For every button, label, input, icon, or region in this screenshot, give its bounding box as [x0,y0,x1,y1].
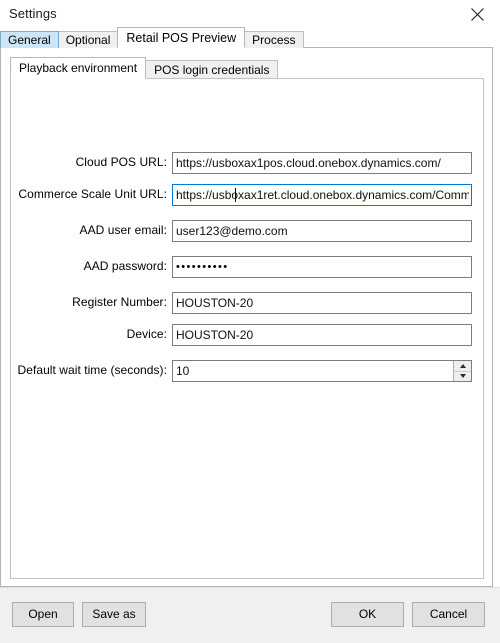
stepper-buttons [453,361,471,381]
settings-dialog: Settings General Optional Retail POS Pre… [0,0,500,643]
label-register-number: Register Number: [72,295,167,309]
stepper-increment-button[interactable] [454,361,471,372]
field-wrap-register-number [172,292,472,314]
aad-user-email-input[interactable] [172,220,472,242]
field-row-default-wait-time: Default wait time (seconds): [11,360,483,382]
open-button[interactable]: Open [12,602,74,627]
tab-retail-pos-preview[interactable]: Retail POS Preview [117,27,246,48]
tab-pos-login-credentials[interactable]: POS login credentials [145,60,279,79]
field-wrap-device [172,324,472,346]
stepper-decrement-button[interactable] [454,371,471,381]
cloud-pos-url-input[interactable] [172,152,472,174]
playback-environment-tab-page: Cloud POS URL: Commerce Scale Unit URL: … [10,78,484,579]
commerce-scale-unit-url-input[interactable] [172,184,472,206]
field-wrap-default-wait-time [172,360,472,382]
retail-pos-preview-tab-page: Playback environment POS login credentia… [0,47,493,587]
cancel-button[interactable]: Cancel [412,602,485,627]
field-row-aad-password: AAD password: [11,256,483,278]
default-wait-time-stepper[interactable] [172,360,472,382]
label-aad-password: AAD password: [83,259,167,273]
playback-environment-form: Cloud POS URL: Commerce Scale Unit URL: … [11,79,483,578]
default-wait-time-input[interactable] [173,361,453,381]
field-row-commerce-scale-unit-url: Commerce Scale Unit URL: [11,184,483,206]
label-commerce-scale-unit-url: Commerce Scale Unit URL: [18,187,167,201]
tab-playback-environment[interactable]: Playback environment [10,57,147,79]
dialog-button-bar: Open Save as OK Cancel [0,587,500,643]
tab-optional-label: Optional [65,33,111,47]
field-row-device: Device: [11,324,483,346]
chevron-up-icon [459,363,466,368]
tab-playback-environment-label: Playback environment [19,61,138,75]
close-button[interactable] [455,0,500,28]
tab-retail-pos-preview-label: Retail POS Preview [126,31,237,45]
label-cloud-pos-url: Cloud POS URL: [75,155,167,169]
title-bar: Settings [0,0,500,28]
text-caret [235,188,236,202]
tab-process-label: Process [252,33,296,47]
aad-password-input[interactable] [172,256,472,278]
field-wrap-cloud-pos-url [172,152,472,174]
tab-pos-login-credentials-label: POS login credentials [154,63,270,77]
close-x-icon [471,7,484,21]
field-row-aad-user-email: AAD user email: [11,220,483,242]
save-as-button[interactable]: Save as [82,602,146,627]
tab-general-label: General [8,33,51,47]
tab-general[interactable]: General [0,31,59,48]
tab-optional[interactable]: Optional [57,31,119,48]
label-device: Device: [126,327,167,341]
field-row-register-number: Register Number: [11,292,483,314]
outer-tab-strip: General Optional Retail POS Preview Proc… [0,27,500,48]
field-wrap-aad-user-email [172,220,472,242]
field-wrap-aad-password [172,256,472,278]
page-title: Settings [9,6,57,21]
tab-process[interactable]: Process [244,31,304,48]
label-aad-user-email: AAD user email: [79,223,167,237]
device-input[interactable] [172,324,472,346]
label-default-wait-time: Default wait time (seconds): [17,363,167,377]
field-wrap-commerce-scale-unit-url [172,184,472,206]
inner-tab-strip: Playback environment POS login credentia… [10,57,279,79]
register-number-input[interactable] [172,292,472,314]
field-row-cloud-pos-url: Cloud POS URL: [11,152,483,174]
ok-button[interactable]: OK [331,602,404,627]
chevron-down-icon [459,374,466,379]
